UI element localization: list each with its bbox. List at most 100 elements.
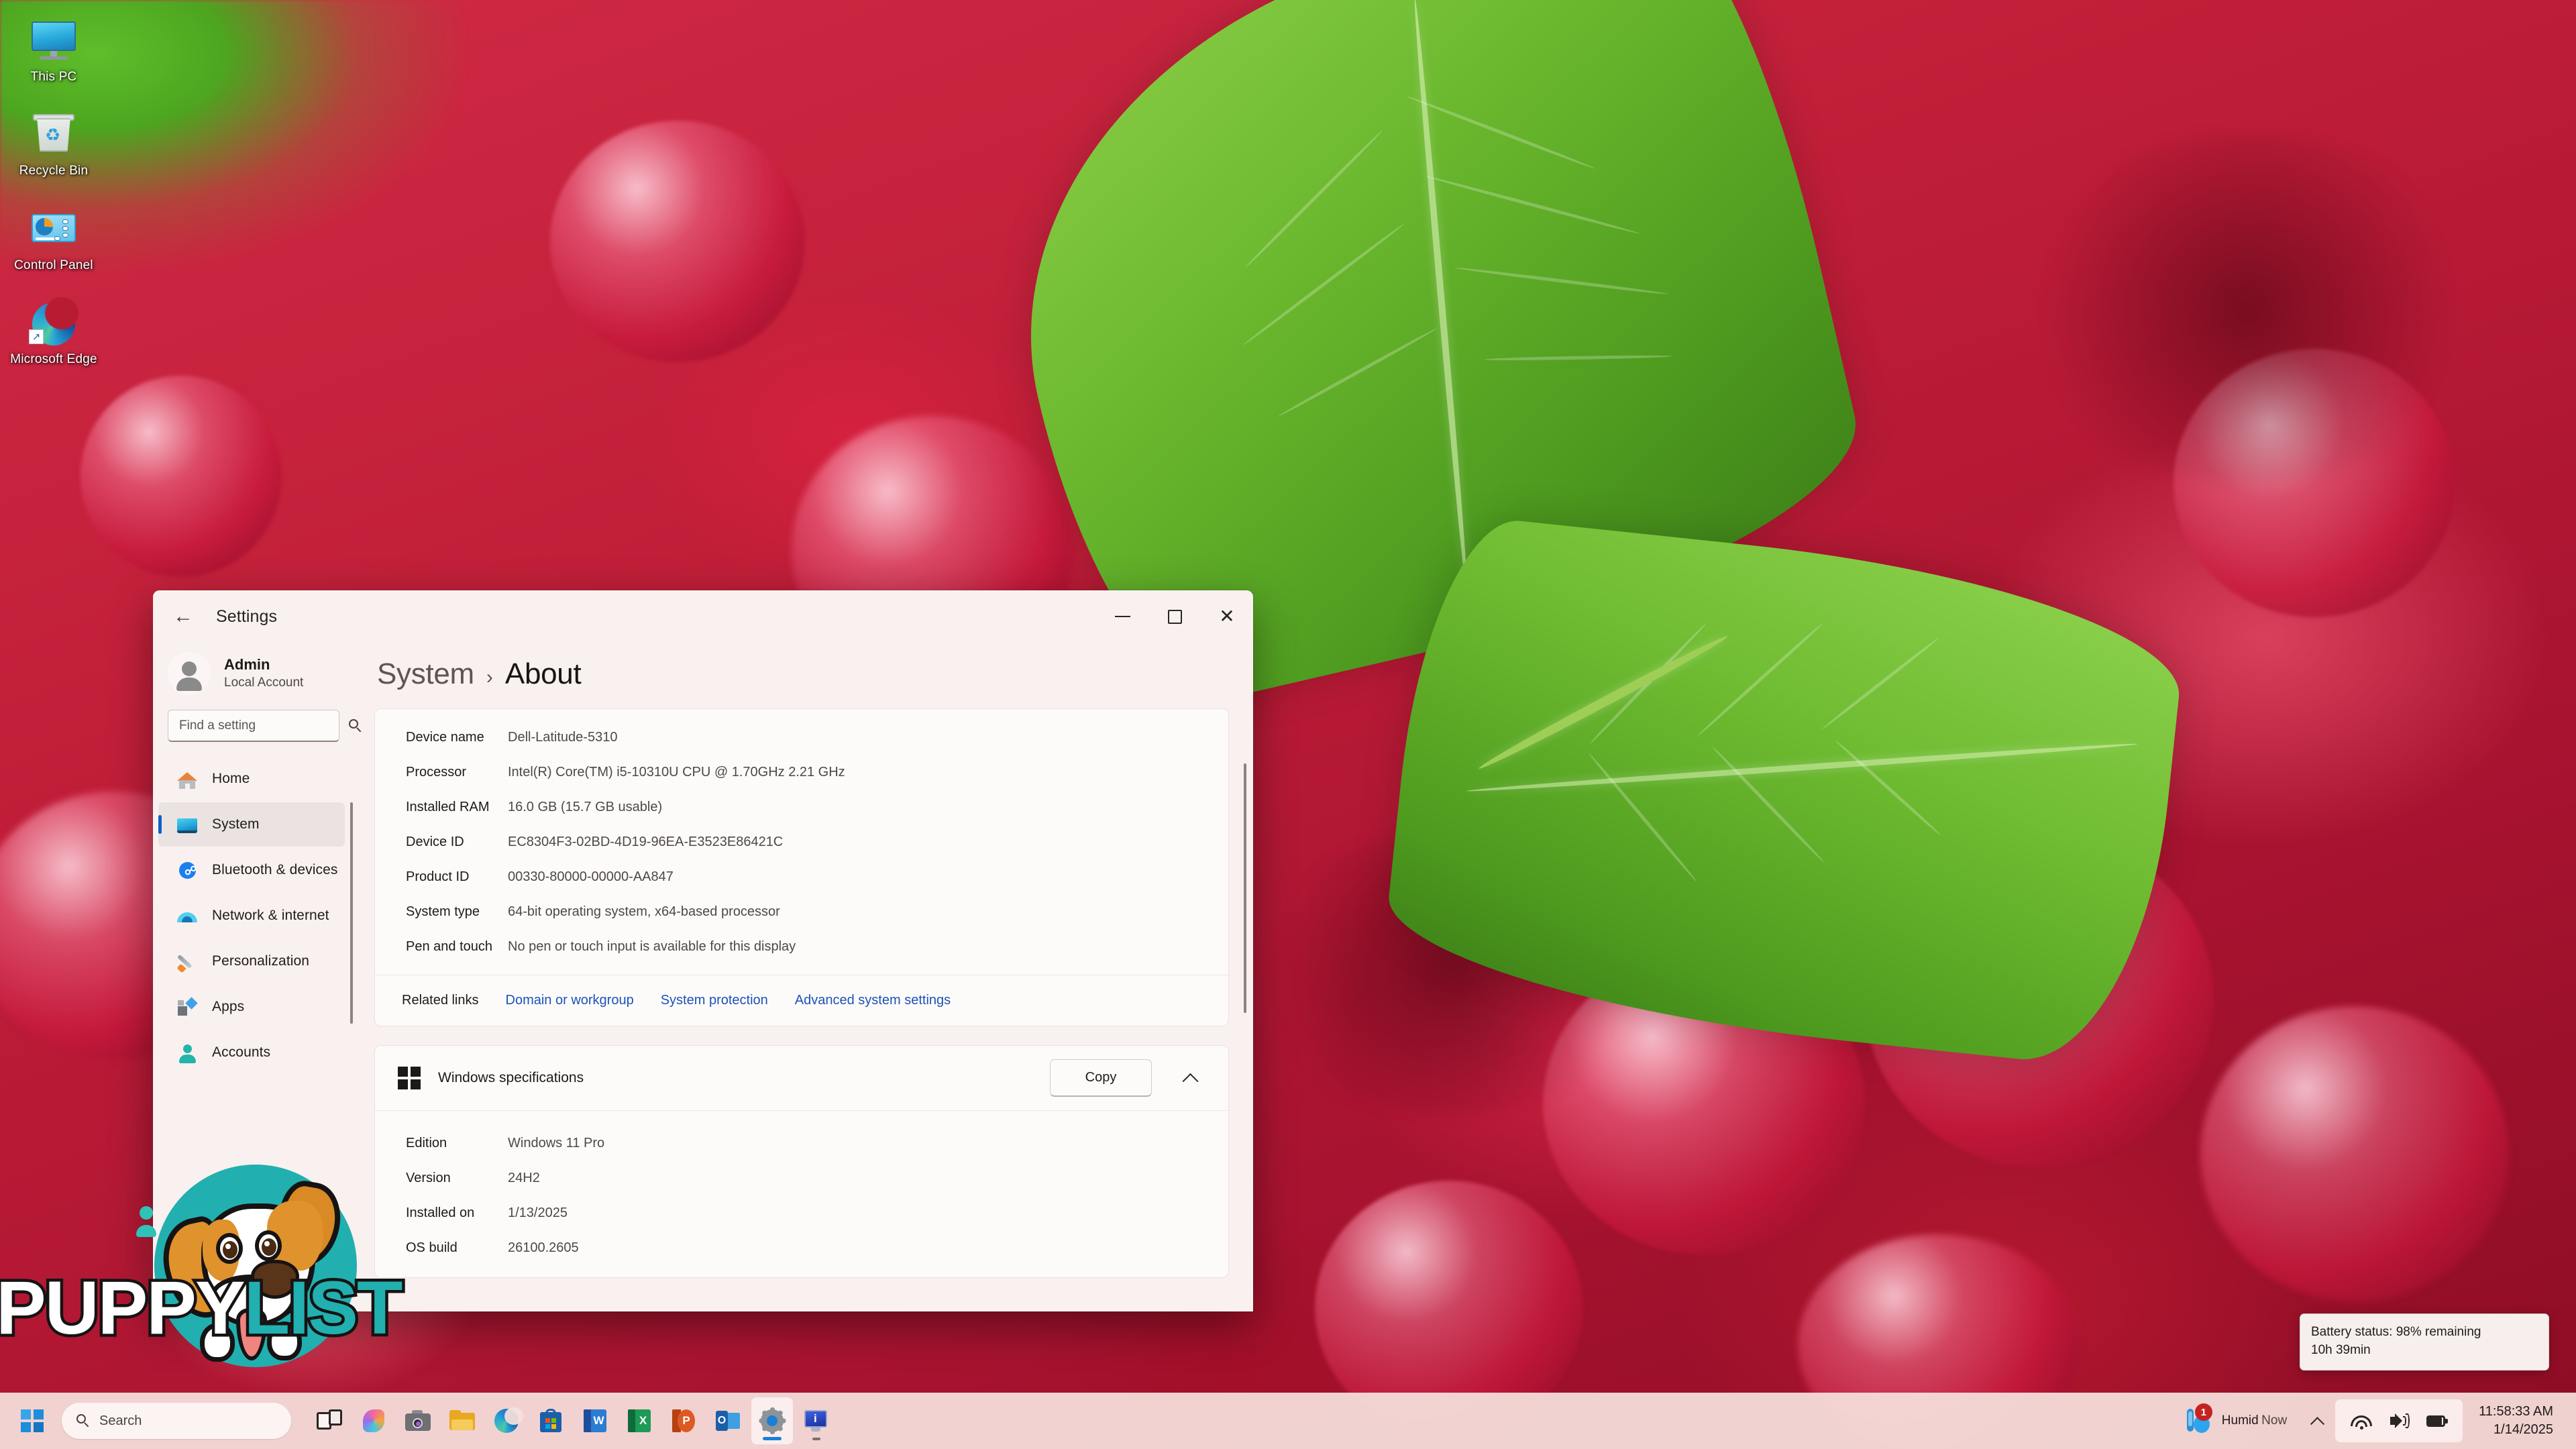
volume-icon[interactable] xyxy=(2387,1409,2410,1432)
spec-value: 26100.2605 xyxy=(508,1240,579,1255)
spec-value: 64-bit operating system, x64-based proce… xyxy=(508,904,780,919)
sidebar-item-label: Accounts xyxy=(212,1044,271,1060)
start-button[interactable] xyxy=(13,1400,51,1442)
sidebar-item-label: System xyxy=(212,816,260,832)
sidebar-item-label: Bluetooth & devices xyxy=(212,862,338,877)
sidebar-scrollbar[interactable] xyxy=(350,802,353,1024)
spec-value: 24H2 xyxy=(508,1170,540,1185)
sidebar-item-label: Home xyxy=(212,771,250,786)
camera-icon xyxy=(404,1407,432,1435)
desktop-icon-this-pc[interactable]: This PC xyxy=(0,5,107,90)
sidebar-item-bluetooth-devices[interactable]: ☍ Bluetooth & devices xyxy=(158,848,345,892)
windows-specifications-header[interactable]: Windows specifications Copy xyxy=(375,1046,1228,1110)
desktop-icon-label: Recycle Bin xyxy=(19,164,89,178)
paintbrush-icon xyxy=(176,950,199,973)
taskbar-app-outlook[interactable]: O xyxy=(707,1397,749,1444)
task-view-icon xyxy=(315,1407,343,1435)
taskbar-app-file-explorer[interactable] xyxy=(441,1397,483,1444)
show-hidden-icons-button[interactable] xyxy=(2299,1399,2335,1442)
sidebar-item-label: Network & internet xyxy=(212,908,329,923)
taskbar-search[interactable]: Search xyxy=(62,1403,291,1439)
sidebar-item-home[interactable]: Home xyxy=(158,757,345,801)
weather-widget[interactable]: 1 Humid Now xyxy=(2171,1397,2299,1444)
settings-content: System › About Device name Dell-Latitude… xyxy=(354,643,1253,1311)
desktop-icon-control-panel[interactable]: Control Panel xyxy=(0,194,107,278)
system-information-icon: i xyxy=(802,1407,830,1435)
tooltip-line-1: Battery status: 98% remaining xyxy=(2311,1325,2481,1339)
system-tray[interactable] xyxy=(2335,1399,2463,1442)
close-button[interactable]: ✕ xyxy=(1201,590,1253,643)
copy-button[interactable]: Copy xyxy=(1050,1059,1152,1097)
system-monitor-icon xyxy=(176,813,199,836)
link-domain-or-workgroup[interactable]: Domain or workgroup xyxy=(506,993,634,1008)
table-row: Device ID EC8304F3-02BD-4D19-96EA-E3523E… xyxy=(375,824,1228,859)
microsoft-edge-icon xyxy=(492,1407,523,1435)
table-row: Product ID 00330-80000-00000-AA847 xyxy=(375,859,1228,894)
copilot-icon xyxy=(360,1407,388,1435)
spec-value: Dell-Latitude-5310 xyxy=(508,729,618,745)
apps-icon xyxy=(176,996,199,1018)
taskbar-app-copilot[interactable] xyxy=(353,1397,394,1444)
link-system-protection[interactable]: System protection xyxy=(661,993,768,1008)
taskbar-app-system-information[interactable]: i xyxy=(796,1397,837,1444)
spec-key: Product ID xyxy=(406,869,470,884)
search-box[interactable] xyxy=(168,710,362,742)
taskbar-app-word[interactable]: W xyxy=(574,1397,616,1444)
desktop-icon-list: This PC ♻ Recycle Bin Control Panel ↗ Mi… xyxy=(0,5,107,382)
taskbar-app-camera[interactable] xyxy=(397,1397,439,1444)
battery-status-tooltip: Battery status: 98% remaining 10h 39min xyxy=(2300,1313,2549,1371)
battery-icon[interactable] xyxy=(2425,1409,2449,1432)
desktop-icon-recycle-bin[interactable]: ♻ Recycle Bin xyxy=(0,99,107,184)
table-row: Installed RAM 16.0 GB (15.7 GB usable) xyxy=(375,790,1228,824)
spec-key: Version xyxy=(406,1170,451,1185)
user-profile[interactable]: Admin Local Account xyxy=(153,643,354,710)
bluetooth-icon: ☍ xyxy=(176,859,199,881)
spec-key: OS build xyxy=(406,1240,458,1255)
table-row: Installed on 1/13/2025 xyxy=(375,1195,1228,1230)
running-app-indicator xyxy=(812,1438,820,1440)
gear-icon xyxy=(758,1407,786,1435)
chevron-up-icon xyxy=(2310,1416,2324,1431)
wifi-icon[interactable] xyxy=(2350,1409,2373,1432)
notification-badge: 1 xyxy=(2194,1403,2212,1421)
sidebar-item-system[interactable]: System xyxy=(158,802,345,847)
clock-date: 1/14/2025 xyxy=(2493,1422,2553,1437)
link-advanced-system-settings[interactable]: Advanced system settings xyxy=(795,993,951,1008)
desktop-icon-label: Microsoft Edge xyxy=(10,352,97,367)
weather-title: Humid xyxy=(2221,1413,2259,1428)
taskbar-app-powerpoint[interactable]: P xyxy=(663,1397,704,1444)
back-button[interactable]: ← xyxy=(162,598,204,635)
spec-key: Processor xyxy=(406,764,467,780)
breadcrumb-parent[interactable]: System xyxy=(377,657,474,691)
taskbar-left: Search xyxy=(0,1400,291,1442)
settings-nav-list: Home System ☍ Bluetooth & devices Networ… xyxy=(153,757,354,1075)
spec-value: 1/13/2025 xyxy=(508,1205,568,1220)
content-scrollbar[interactable] xyxy=(1244,763,1246,1013)
taskbar-app-settings[interactable] xyxy=(751,1397,793,1444)
taskbar-app-task-view[interactable] xyxy=(309,1397,350,1444)
sidebar-item-accounts[interactable]: Accounts xyxy=(158,1030,345,1075)
spec-value: 16.0 GB (15.7 GB usable) xyxy=(508,799,663,814)
desktop-icon-microsoft-edge[interactable]: ↗ Microsoft Edge xyxy=(0,288,107,372)
active-app-indicator xyxy=(763,1437,782,1440)
search-input[interactable] xyxy=(179,718,343,733)
windows-logo-icon xyxy=(398,1067,421,1089)
sidebar-item-apps[interactable]: Apps xyxy=(158,985,345,1029)
weather-subtitle: Now xyxy=(2261,1413,2288,1428)
taskbar-clock[interactable]: 11:58:33 AM 1/14/2025 xyxy=(2463,1403,2560,1439)
search-icon xyxy=(76,1414,90,1428)
spec-value: No pen or touch input is available for t… xyxy=(508,938,796,954)
wallpaper-shadow xyxy=(2012,134,2482,483)
sidebar-item-personalization[interactable]: Personalization xyxy=(158,939,345,983)
collapse-button[interactable] xyxy=(1169,1057,1211,1099)
spec-key: Pen and touch xyxy=(406,938,492,954)
minimize-button[interactable] xyxy=(1096,590,1148,643)
spec-key: System type xyxy=(406,904,480,919)
taskbar-app-excel[interactable]: X xyxy=(619,1397,660,1444)
sidebar-item-network-internet[interactable]: Network & internet xyxy=(158,894,345,938)
maximize-button[interactable] xyxy=(1148,590,1201,643)
window-titlebar: ← Settings ✕ xyxy=(153,590,1253,643)
taskbar-app-microsoft-edge[interactable] xyxy=(486,1397,527,1444)
taskbar-app-microsoft-store[interactable] xyxy=(530,1397,572,1444)
windows-specs-list: Edition Windows 11 Pro Version 24H2 Inst… xyxy=(375,1111,1228,1277)
